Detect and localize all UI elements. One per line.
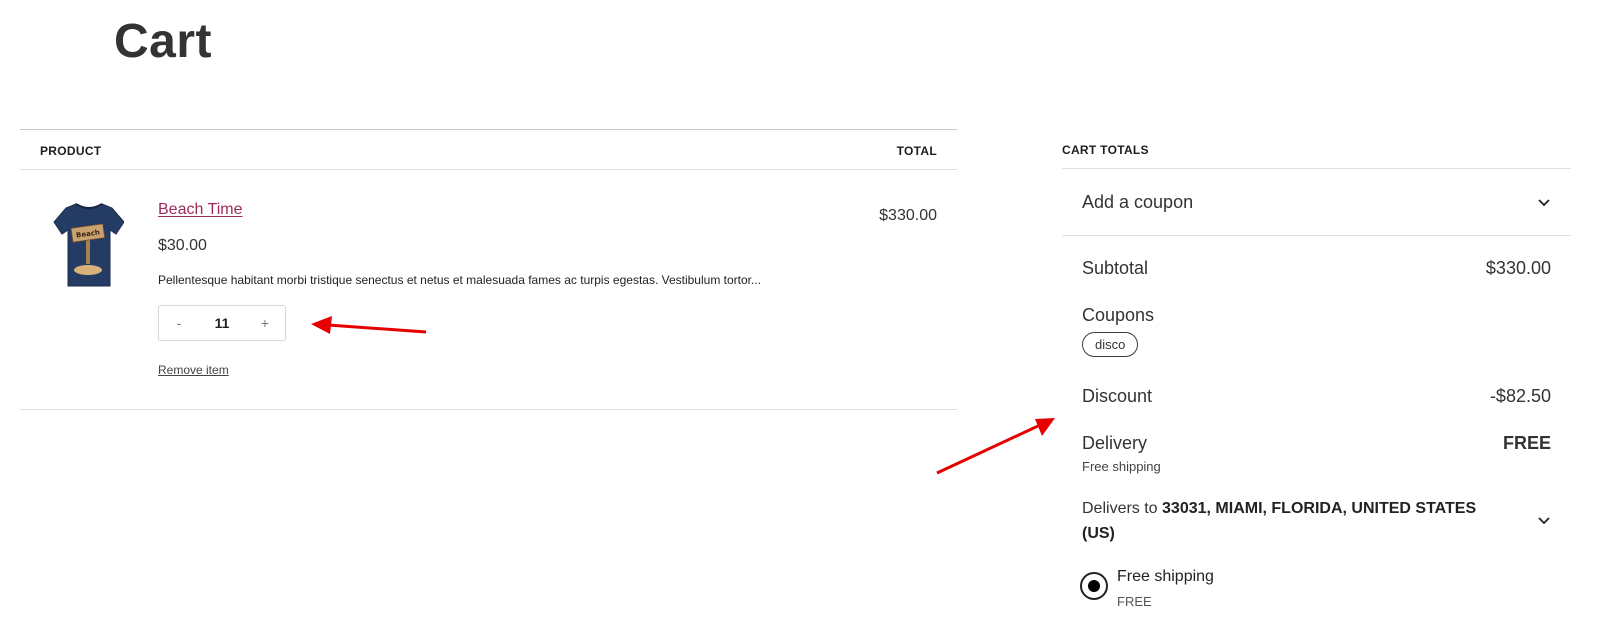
delivery-row: Delivery FREE: [1082, 433, 1551, 454]
add-coupon-toggle[interactable]: Add a coupon: [1062, 169, 1571, 236]
shipping-option-label[interactable]: Free shipping: [1117, 568, 1214, 586]
chevron-down-icon: [1538, 199, 1550, 207]
table-header: PRODUCT TOTAL: [20, 130, 957, 170]
product-price: $30.00: [158, 237, 207, 254]
header-product: PRODUCT: [40, 144, 102, 158]
discount-label: Discount: [1082, 386, 1153, 406]
cart-table: PRODUCT TOTAL Beach Beach Time $30.00 Pe…: [20, 129, 957, 410]
free-shipping-radio[interactable]: [1080, 572, 1108, 600]
delivery-label: Delivery: [1082, 433, 1148, 453]
cart-totals: CART TOTALS Add a coupon Subtotal $330.0…: [1062, 129, 1571, 609]
chevron-down-icon[interactable]: [1537, 514, 1551, 528]
product-name-link[interactable]: Beach Time: [158, 201, 242, 219]
increment-button[interactable]: +: [258, 315, 272, 331]
line-total: $330.00: [879, 207, 937, 224]
product-description: Pellentesque habitant morbi tristique se…: [158, 273, 761, 287]
quantity-input[interactable]: 11: [215, 315, 230, 331]
delivers-to-address[interactable]: Delivers to 33031, MIAMI, FLORIDA, UNITE…: [1082, 496, 1512, 546]
subtotal-value: $330.00: [1485, 258, 1551, 278]
add-coupon-label: Add a coupon: [1082, 192, 1194, 212]
cart-totals-title: CART TOTALS: [1062, 129, 1571, 169]
discount-value: -$82.50: [1489, 386, 1551, 406]
coupon-chip[interactable]: disco: [1082, 332, 1139, 357]
subtotal-row: Subtotal $330.00: [1082, 258, 1551, 279]
subtotal-label: Subtotal: [1082, 258, 1149, 278]
red-arrow-icon: [936, 418, 1055, 475]
page-title: Cart: [114, 15, 213, 68]
shipping-option-price: FREE: [1117, 594, 1152, 609]
decrement-button[interactable]: -: [172, 315, 186, 331]
header-total: TOTAL: [896, 144, 937, 158]
cart-item-row: Beach Beach Time $30.00 Pellentesque hab…: [20, 170, 957, 410]
coupons-label: Coupons: [1082, 305, 1155, 325]
delivery-value: FREE: [1502, 433, 1551, 453]
quantity-stepper: - 11 +: [158, 305, 286, 341]
tshirt-icon[interactable]: Beach: [52, 200, 124, 290]
discount-row: Discount -$82.50: [1082, 386, 1551, 407]
remove-item-link[interactable]: Remove item: [158, 363, 229, 377]
delivery-method-note: Free shipping: [1082, 459, 1161, 474]
delivers-to-prefix: Delivers to: [1082, 500, 1158, 517]
